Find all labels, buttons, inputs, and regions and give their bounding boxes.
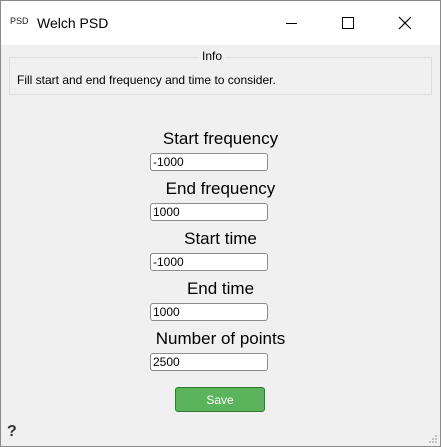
psd-window: PSD Welch PSD Info Fill start and end fr… <box>0 0 441 447</box>
end-time-label: End time <box>186 279 255 298</box>
save-button[interactable]: Save <box>175 387 265 412</box>
number-of-points-input[interactable] <box>150 353 268 371</box>
help-icon[interactable]: ? <box>7 423 17 441</box>
number-of-points-label: Number of points <box>155 329 286 348</box>
end-time-input[interactable] <box>150 303 268 321</box>
resize-grip-icon[interactable] <box>428 434 438 444</box>
info-group-title: Info <box>199 49 226 63</box>
start-frequency-input[interactable] <box>150 153 268 171</box>
start-time-input[interactable] <box>150 253 268 271</box>
app-icon: PSD <box>10 16 29 26</box>
close-icon <box>398 16 412 30</box>
maximize-button[interactable] <box>325 1 371 45</box>
info-text: Fill start and end frequency and time to… <box>17 73 276 87</box>
maximize-icon <box>342 17 354 29</box>
end-frequency-label: End frequency <box>165 179 276 198</box>
close-button[interactable] <box>382 1 428 45</box>
minimize-button[interactable] <box>268 1 314 45</box>
end-frequency-input[interactable] <box>150 203 268 221</box>
window-title: Welch PSD <box>37 15 109 31</box>
start-frequency-label: Start frequency <box>162 129 279 148</box>
start-time-label: Start time <box>184 229 257 248</box>
title-bar[interactable]: PSD Welch PSD <box>1 1 440 45</box>
minimize-icon <box>285 22 297 24</box>
